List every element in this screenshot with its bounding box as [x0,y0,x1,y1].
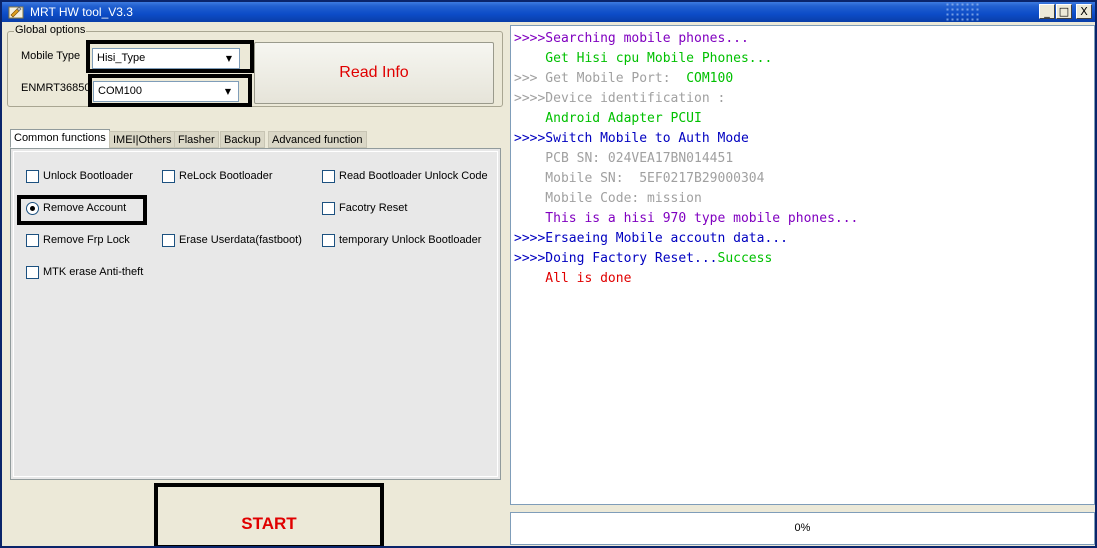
minimize-button[interactable]: _ [1039,4,1055,19]
log-line-text: All is done [514,271,632,286]
option-label: Remove Account [43,202,127,214]
log-line-text: >>>>Searching mobile phones... [514,31,749,46]
mobile-type-select[interactable]: Hisi_Type ▼ [92,48,240,69]
chevron-down-icon[interactable]: ▼ [220,84,236,100]
log-line: PCB SN: 024VEA17BN014451 [514,151,733,167]
checkbox[interactable] [162,170,175,183]
log-line: All is done [514,271,631,287]
log-line: >>>>Doing Factory Reset...Success [514,251,772,267]
checkbox[interactable] [322,202,335,215]
log-output[interactable]: >>>>Searching mobile phones... Get Hisi … [510,25,1095,505]
port-label: ENMRT36850 [21,82,91,94]
option-label: Remove Frp Lock [43,234,130,246]
log-line: This is a hisi 970 type mobile phones... [514,211,858,227]
tab-flasher[interactable]: Flasher [174,131,219,148]
log-line-text: PCB SN: 024VEA17BN014451 [514,151,734,166]
log-line: Android Adapter PCUI [514,111,702,127]
log-line-text: >>> Get Mobile Port: [514,71,687,86]
log-line-status: COM100 [686,71,734,86]
checkbox[interactable] [26,234,39,247]
checkbox[interactable] [26,170,39,183]
checkbox[interactable] [26,266,39,279]
log-line: >>>>Switch Mobile to Auth Mode [514,131,749,147]
checkbox[interactable] [322,170,335,183]
window-title: MRT HW tool_V3.3 [30,5,133,19]
log-line-text: Android Adapter PCUI [514,111,702,126]
tab-backup[interactable]: Backup [220,131,265,148]
app-icon [8,6,24,19]
tab-advanced-function[interactable]: Advanced function [268,131,367,148]
mobile-type-label: Mobile Type [21,50,81,62]
log-line-text: >>>>Doing Factory Reset... [514,251,718,266]
log-line: Mobile SN: 5EF0217B29000304 [514,171,764,187]
log-line: >>>>Ersaeing Mobile accoutn data... [514,231,788,247]
log-line-text: >>>>Ersaeing Mobile accoutn data... [514,231,788,246]
log-line-text: Mobile SN: 5EF0217B29000304 [514,171,765,186]
option-label: Facotry Reset [339,202,408,214]
titlebar-decoration [945,2,979,22]
log-line-status: Success [717,251,773,266]
read-info-button[interactable]: Read Info [254,42,494,104]
start-button[interactable]: START [154,483,384,546]
progress-bar: 0% [510,512,1095,545]
title-bar[interactable]: MRT HW tool_V3.3 _ □ X [2,2,1095,22]
port-select[interactable]: COM100 ▼ [93,81,239,102]
log-line-text: This is a hisi 970 type mobile phones... [514,211,859,226]
option-label: Read Bootloader Unlock Code [339,170,488,182]
mobile-type-value: Hisi_Type [97,52,146,64]
close-button[interactable]: X [1076,4,1092,19]
chevron-down-icon[interactable]: ▼ [221,51,237,67]
port-value: COM100 [98,85,143,97]
option-label: temporary Unlock Bootloader [339,234,482,246]
option-label: Erase Userdata(fastboot) [179,234,302,246]
log-line-text: >>>>Device identification : [514,91,726,106]
log-line: >>> Get Mobile Port: COM100 [514,71,733,87]
tab-common-functions[interactable]: Common functions [10,129,110,148]
log-line: >>>>Searching mobile phones... [514,31,749,47]
global-options-legend: Global options [14,24,87,36]
progress-label: 0% [794,522,811,534]
log-line-text: >>>>Switch Mobile to Auth Mode [514,131,749,146]
log-line: >>>>Device identification : [514,91,725,107]
option-label: Unlock Bootloader [43,170,133,182]
log-line: Mobile Code: mission [514,191,702,207]
checkbox[interactable] [322,234,335,247]
checkbox[interactable] [162,234,175,247]
maximize-button[interactable]: □ [1056,4,1072,19]
log-line: Get Hisi cpu Mobile Phones... [514,51,772,67]
log-line-text: Get Hisi cpu Mobile Phones... [514,51,773,66]
option-label: MTK erase Anti-theft [43,266,144,278]
option-label: ReLock Bootloader [179,170,273,182]
radio-button[interactable] [26,202,39,215]
tab-imei-others[interactable]: IMEI|Others [109,131,176,148]
app-window: MRT HW tool_V3.3 _ □ X Global options Mo… [0,0,1097,548]
log-line-text: Mobile Code: mission [514,191,702,206]
